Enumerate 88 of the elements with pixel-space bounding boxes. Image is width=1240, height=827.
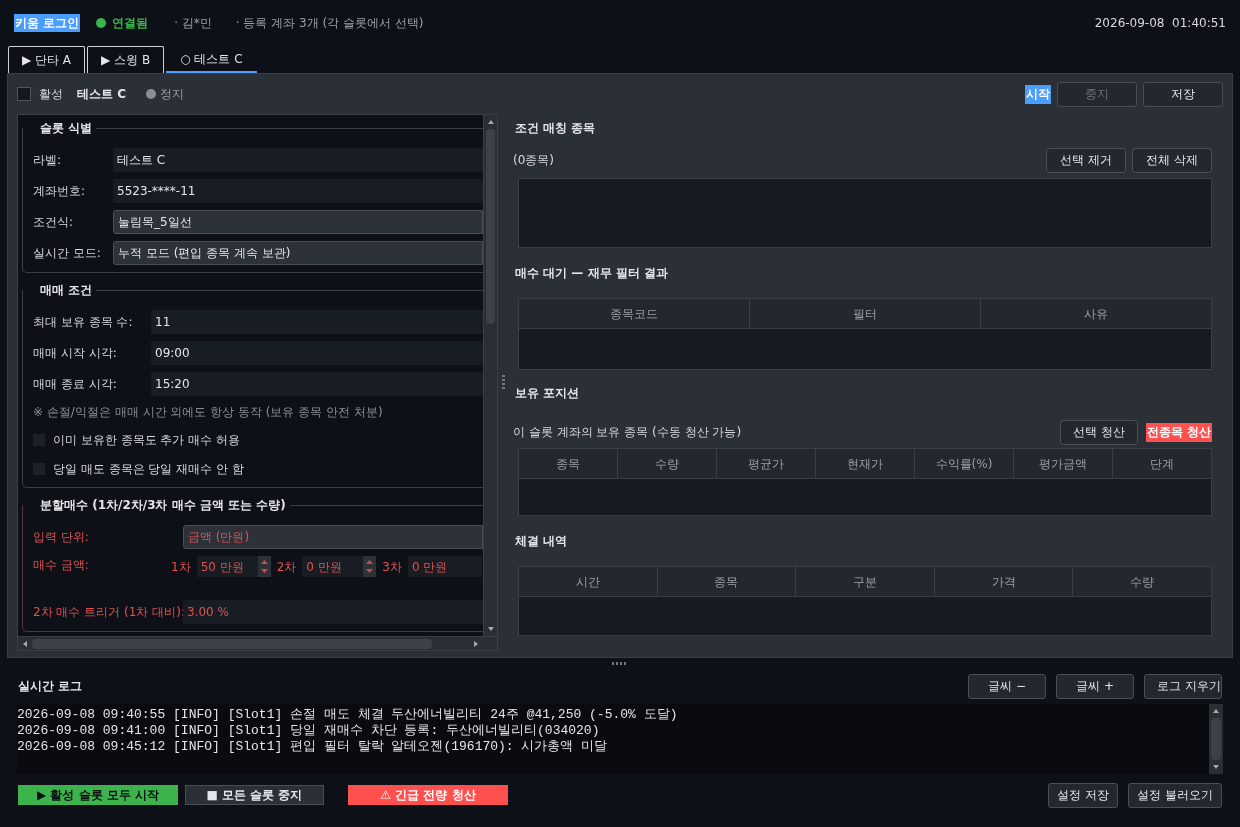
input-field[interactable]: 09:00: [151, 340, 483, 365]
spinner-arrows-icon[interactable]: [363, 556, 377, 577]
scroll-down-icon[interactable]: [487, 625, 495, 633]
checkbox-label: 활성: [39, 86, 63, 103]
log-line: 2026-09-08 09:45:12 [INFO] [Slot1] 편입 필터 탈락 알테오젠(196170): 시가총액 미달: [17, 739, 609, 755]
scroll-up-icon[interactable]: [487, 118, 495, 126]
log-line: 2026-09-08 09:40:55 [INFO] [Slot1] 손절 매도 체결 두산에너빌리티 24주 @41,250 (-5.0% 도달): [17, 707, 679, 723]
account-info: · 등록 계좌 3개 (각 슬롯에서 선택): [235, 14, 424, 32]
column-header: 가격: [933, 567, 1073, 596]
font-increase-button[interactable]: 글씨 +: [1056, 673, 1134, 699]
datetime: 2026-09-08 01:40:51: [1094, 14, 1226, 32]
field-label: 조건식:: [33, 213, 75, 231]
vertical-scrollbar[interactable]: [1209, 704, 1223, 774]
font-decrease-button[interactable]: 글씨 −: [968, 673, 1046, 699]
spin-box[interactable]: 0 만원: [407, 556, 482, 577]
section-title: 보유 포지션: [514, 385, 581, 402]
start-all-button[interactable]: ▶ 활성 슬롯 모두 시작: [18, 785, 178, 805]
group-title: 슬롯 식별: [39, 120, 94, 137]
column-header: 단계: [1112, 449, 1211, 478]
delete-all-button[interactable]: 전체 삭제: [1132, 147, 1212, 173]
group-title: 분할매수 (1차/2차/3차 매수 금액 또는 수량): [39, 497, 287, 514]
field-label: 매수 금액:: [33, 557, 90, 574]
scroll-left-icon[interactable]: [21, 639, 29, 648]
field-label: 계좌번호:: [33, 182, 87, 200]
scroll-up-icon[interactable]: [1212, 707, 1220, 715]
splitter-grip-icon[interactable]: [501, 374, 505, 391]
field-label: 입력 단위:: [33, 528, 90, 546]
load-settings-button[interactable]: 설정 불러오기: [1128, 782, 1222, 808]
stop-all-button[interactable]: ■ 모든 슬롯 중지: [185, 785, 324, 805]
field-label: 실시간 모드:: [33, 244, 102, 262]
slot-name: 테스트 C: [77, 86, 126, 103]
input-field[interactable]: 5523-****-11: [113, 178, 483, 203]
slot-status: 정지: [160, 86, 184, 103]
column-header: 시간: [519, 567, 657, 596]
spin-box[interactable]: 50 만원: [196, 556, 271, 577]
save-settings-button[interactable]: 설정 저장: [1048, 782, 1119, 808]
checkbox-option[interactable]: 당일 매도 종목은 당일 재매수 안 함: [33, 454, 483, 483]
liquidate-selected-button[interactable]: 선택 청산: [1059, 419, 1138, 445]
input-field[interactable]: 3.00 %: [183, 599, 483, 624]
input-field[interactable]: 15:20: [151, 371, 483, 396]
remove-selected-button[interactable]: 선택 제거: [1046, 147, 1126, 173]
splitter-grip-icon[interactable]: [612, 661, 628, 665]
column-header: 필터: [749, 299, 980, 328]
spin-box[interactable]: 0 만원: [302, 556, 377, 577]
column-header: 구분: [795, 567, 934, 596]
scroll-right-icon[interactable]: [472, 639, 480, 648]
column-header: 수량: [617, 449, 716, 478]
horizontal-scrollbar[interactable]: [18, 636, 497, 650]
section-title: 체결 내역: [514, 533, 569, 550]
column-header: 수량: [1072, 567, 1211, 596]
input-field[interactable]: 11: [151, 309, 483, 334]
spin-label: 3차: [382, 558, 402, 576]
column-header: 수익률(%): [914, 449, 1013, 478]
log-title: 실시간 로그: [18, 678, 83, 695]
column-header: 현재가: [815, 449, 914, 478]
column-header: 종목코드: [519, 299, 749, 328]
field-label: 라벨:: [33, 151, 63, 169]
caption: 이 슬롯 계좌의 보유 종목 (수동 청산 가능): [513, 424, 742, 441]
note-text: ※ 손절/익절은 매매 시간 외에도 항상 동작 (보유 종목 안전 처분): [33, 404, 384, 421]
save-button[interactable]: 저장: [1143, 81, 1223, 107]
spin-label: 1차: [171, 558, 191, 576]
scroll-down-icon[interactable]: [1212, 763, 1220, 771]
group-title: 매매 조건: [39, 282, 94, 299]
dropdown[interactable]: 누적 모드 (편입 종목 계속 보관): [113, 240, 483, 265]
field-label: 매매 시작 시각:: [33, 344, 118, 362]
section-title: 매수 대기 — 재무 필터 결과: [514, 265, 669, 282]
field-label: 매매 종료 시각:: [33, 375, 118, 393]
section-title: 조건 매칭 종목: [514, 120, 597, 137]
field-label: 2차 매수 트리거 (1차 대비):: [33, 603, 183, 621]
dropdown[interactable]: 눌림목_5일선: [113, 209, 483, 234]
column-header: 평균가: [716, 449, 815, 478]
spin-label: 2차: [276, 558, 297, 576]
checkbox-option[interactable]: 이미 보유한 종목도 추가 매수 허용: [33, 425, 483, 454]
field-label: 최대 보유 종목 수:: [33, 313, 134, 331]
input-field[interactable]: 테스트 C: [113, 147, 483, 172]
spinner-arrows-icon[interactable]: [257, 556, 271, 577]
column-header: 사유: [980, 299, 1211, 328]
dropdown[interactable]: 금액 (만원): [183, 524, 483, 549]
column-header: 평가금액: [1013, 449, 1112, 478]
connection-status: 연결됨: [112, 14, 149, 32]
vertical-scrollbar[interactable]: [483, 115, 497, 636]
clear-log-button[interactable]: 로그 지우기: [1144, 673, 1222, 699]
checkbox[interactable]: [17, 87, 31, 101]
user-name: · 김*민: [174, 14, 212, 32]
column-header: 종목: [519, 449, 617, 478]
match-count: (0종목): [513, 152, 554, 169]
column-header: 종목: [656, 567, 796, 596]
log-line: 2026-09-08 09:41:00 [INFO] [Slot1] 당일 재매수 차단 등록: 두산에너빌리티(034020): [17, 723, 601, 739]
